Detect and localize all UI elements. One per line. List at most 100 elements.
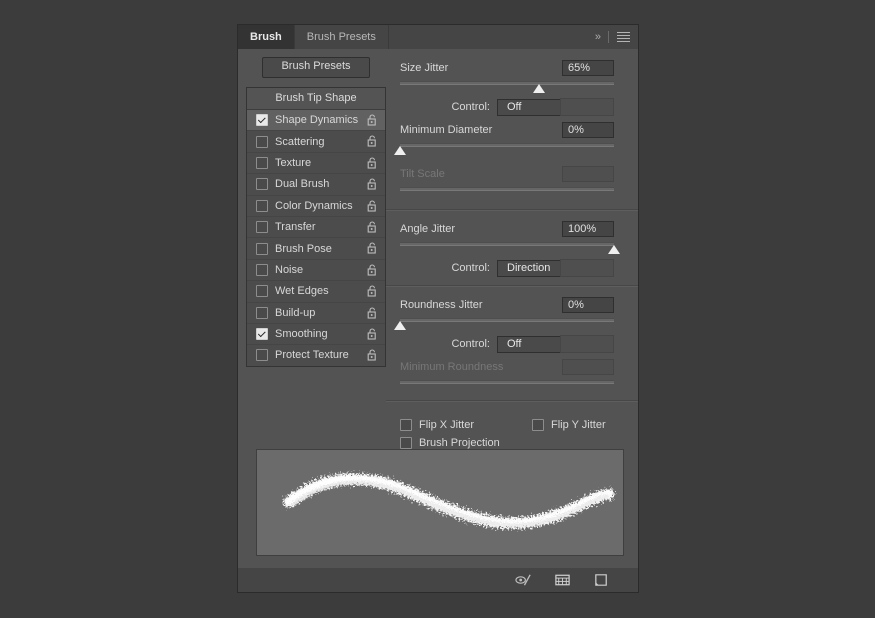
checkbox-build-up[interactable] <box>256 306 268 319</box>
lock-open-icon[interactable] <box>367 242 378 254</box>
roundness-jitter-control-value: Off <box>507 337 522 350</box>
tilt-scale-row: Tilt Scale <box>400 163 624 185</box>
minimum-roundness-slider <box>400 378 614 394</box>
lock-open-icon[interactable] <box>367 264 378 276</box>
size-jitter-value[interactable]: 65% <box>562 60 614 76</box>
brush-presets-button[interactable]: Brush Presets <box>262 57 370 78</box>
lock-open-icon[interactable] <box>367 349 378 361</box>
angle-jitter-value[interactable]: 100% <box>562 221 614 237</box>
slider-thumb[interactable] <box>394 321 406 330</box>
lock-open-icon[interactable] <box>367 135 378 147</box>
sidebar-item-brush-pose[interactable]: Brush Pose <box>247 238 385 260</box>
size-jitter-control-value: Off <box>507 100 522 113</box>
new-brush-preset-grid-icon[interactable] <box>554 573 571 587</box>
slider-thumb[interactable] <box>394 146 406 155</box>
lock-open-icon[interactable] <box>367 306 378 319</box>
brush-stroke-graphic <box>283 473 615 529</box>
sidebar-item-label: Smoothing <box>275 328 328 341</box>
tilt-scale-slider <box>400 185 614 201</box>
brush-tip-shape-header[interactable]: Brush Tip Shape <box>247 88 385 110</box>
size-jitter-control-extra[interactable] <box>560 98 614 116</box>
tab-brush[interactable]: Brush <box>238 25 295 49</box>
checkbox-brush-projection[interactable] <box>400 436 412 449</box>
sidebar-item-build-up[interactable]: Build-up <box>247 303 385 324</box>
sidebar-item-label: Shape Dynamics <box>275 114 359 127</box>
checkbox-protect-texture[interactable] <box>256 349 268 362</box>
angle-jitter-slider[interactable] <box>400 240 620 256</box>
slider-track <box>400 187 614 191</box>
sidebar-item-wet-edges[interactable]: Wet Edges <box>247 281 385 303</box>
flip-y-jitter-label: Flip Y Jitter <box>551 418 606 431</box>
size-jitter-label: Size Jitter <box>400 62 449 74</box>
flip-x-jitter-label: Flip X Jitter <box>419 418 475 431</box>
flip-jitter-row: Flip X Jitter Flip Y Jitter <box>400 416 624 433</box>
tab-brush-presets[interactable]: Brush Presets <box>294 25 389 49</box>
size-jitter-slider[interactable] <box>400 79 614 95</box>
checkbox-transfer[interactable] <box>256 221 268 234</box>
lock-open-icon[interactable] <box>367 285 378 297</box>
minimum-diameter-value[interactable]: 0% <box>562 122 614 138</box>
roundness-jitter-slider[interactable] <box>394 316 614 332</box>
roundness-jitter-control-extra[interactable] <box>560 335 614 353</box>
lock-open-icon[interactable] <box>367 114 378 126</box>
sidebar-item-shape-dynamics[interactable]: Shape Dynamics <box>247 110 385 132</box>
checkbox-smoothing[interactable] <box>256 328 268 341</box>
checkbox-scattering[interactable] <box>256 135 268 148</box>
flip-y-jitter-group: Flip Y Jitter <box>532 418 606 431</box>
angle-jitter-control-label: Control: <box>451 262 490 274</box>
brush-option-list: Brush Tip Shape Shape Dynamics Scatterin… <box>246 87 386 367</box>
sidebar-item-scattering[interactable]: Scattering <box>247 131 385 153</box>
angle-jitter-control-extra[interactable] <box>560 259 614 277</box>
size-jitter-group: Size Jitter 65% Control: Off Minimum Dia… <box>386 49 638 201</box>
brush-options-sidebar: Brush Presets Brush Tip Shape Shape Dyna… <box>246 49 386 367</box>
sidebar-item-transfer[interactable]: Transfer <box>247 217 385 239</box>
slider-thumb[interactable] <box>608 245 620 254</box>
checkbox-dual-brush[interactable] <box>256 178 268 191</box>
panel-menu-icon[interactable] <box>617 31 630 43</box>
lock-open-icon[interactable] <box>367 178 378 190</box>
checkbox-color-dynamics[interactable] <box>256 199 268 212</box>
checkbox-flip-x-jitter[interactable] <box>400 418 412 431</box>
sidebar-item-protect-texture[interactable]: Protect Texture <box>247 345 385 365</box>
sidebar-item-noise[interactable]: Noise <box>247 260 385 282</box>
roundness-jitter-value[interactable]: 0% <box>562 297 614 313</box>
sidebar-item-label: Protect Texture <box>275 349 349 362</box>
checkbox-brush-pose[interactable] <box>256 242 268 255</box>
sidebar-item-texture[interactable]: Texture <box>247 153 385 175</box>
lock-open-icon[interactable] <box>367 221 378 233</box>
angle-jitter-row: Angle Jitter 100% <box>400 218 624 240</box>
create-new-brush-icon[interactable] <box>593 573 610 587</box>
sidebar-item-smoothing[interactable]: Smoothing <box>247 324 385 346</box>
lock-open-icon[interactable] <box>367 200 378 212</box>
tabbar-controls: » <box>595 25 638 49</box>
lock-open-icon[interactable] <box>367 328 378 340</box>
sidebar-item-label: Dual Brush <box>275 178 330 191</box>
separator <box>608 31 609 43</box>
checkbox-texture[interactable] <box>256 156 268 169</box>
flip-options-group: Flip X Jitter Flip Y Jitter Brush Projec… <box>386 402 638 451</box>
checkbox-shape-dynamics[interactable] <box>256 114 268 127</box>
sidebar-item-color-dynamics[interactable]: Color Dynamics <box>247 196 385 217</box>
checkbox-wet-edges[interactable] <box>256 285 268 298</box>
minimum-roundness-label: Minimum Roundness <box>400 361 504 373</box>
toggle-brush-settings-icon[interactable] <box>515 573 532 587</box>
minimum-diameter-slider[interactable] <box>394 141 614 157</box>
chevron-double-right-icon[interactable]: » <box>595 31 601 43</box>
tilt-scale-label: Tilt Scale <box>400 168 445 180</box>
checkbox-noise[interactable] <box>256 263 268 276</box>
roundness-jitter-control-label: Control: <box>451 338 490 350</box>
minimum-diameter-label: Minimum Diameter <box>400 124 493 136</box>
slider-track <box>400 81 614 85</box>
sidebar-item-dual-brush[interactable]: Dual Brush <box>247 174 385 196</box>
minimum-roundness-value <box>562 359 614 375</box>
lock-open-icon[interactable] <box>367 157 378 169</box>
brush-panel: Brush Brush Presets » Brush Presets Brus… <box>238 25 638 592</box>
sidebar-item-label: Wet Edges <box>275 285 329 298</box>
minimum-diameter-row: Minimum Diameter 0% <box>400 119 624 141</box>
angle-jitter-group: Angle Jitter 100% Control: Direction <box>386 211 638 280</box>
size-jitter-row: Size Jitter 65% <box>400 57 624 79</box>
brush-projection-label: Brush Projection <box>419 436 500 449</box>
sidebar-item-label: Build-up <box>275 306 316 319</box>
slider-thumb[interactable] <box>533 84 546 93</box>
checkbox-flip-y-jitter[interactable] <box>532 418 545 431</box>
